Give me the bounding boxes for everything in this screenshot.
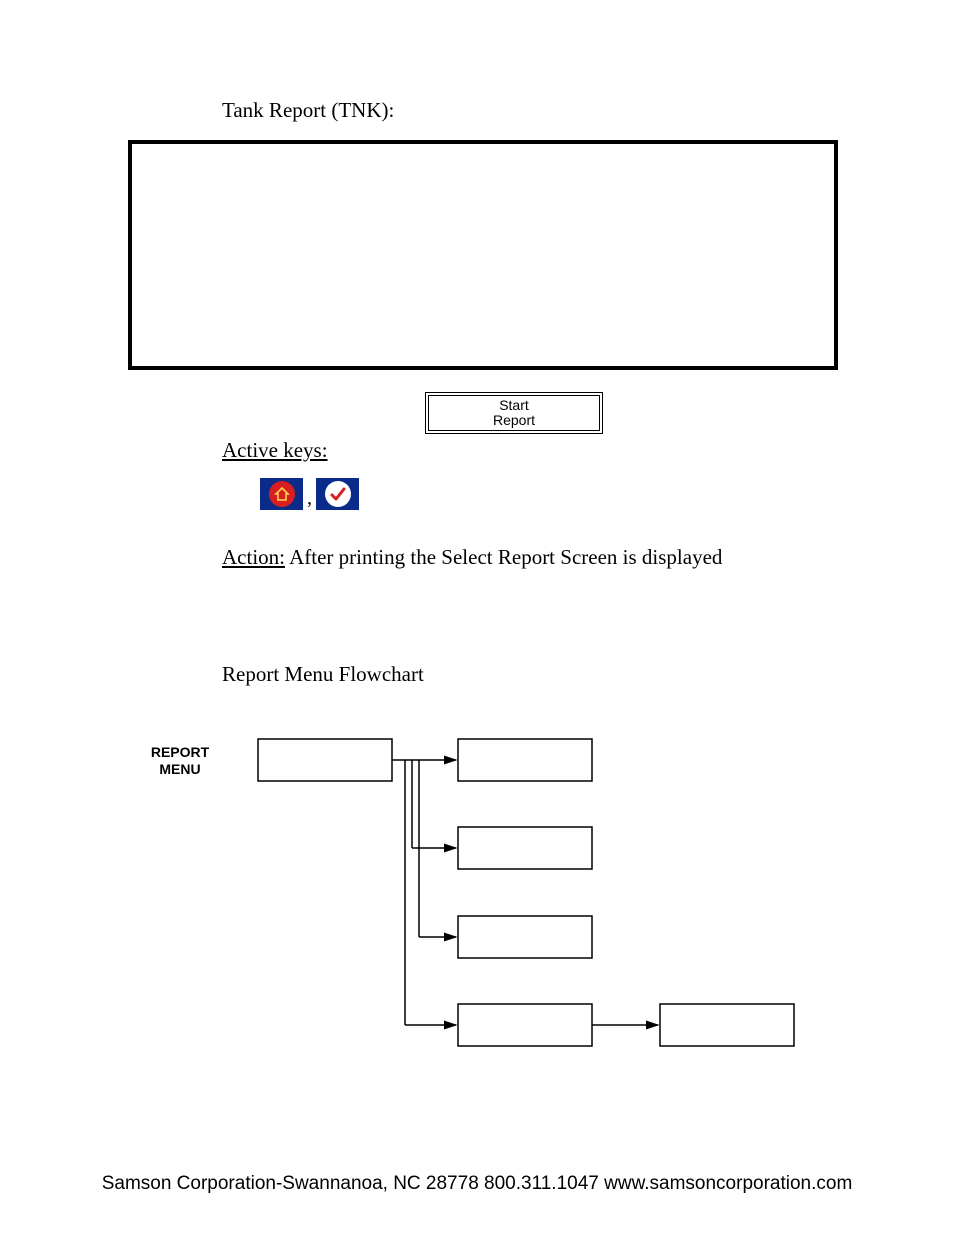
flowchart-detail-box — [660, 1004, 794, 1046]
flowchart-diagram — [0, 0, 954, 1235]
footer-text: Samson Corporation-Swannanoa, NC 28778 8… — [0, 1173, 954, 1195]
flowchart-child-box-3 — [458, 916, 592, 958]
flowchart-child-box-1 — [458, 739, 592, 781]
flowchart-child-box-2 — [458, 827, 592, 869]
flowchart-child-box-4 — [458, 1004, 592, 1046]
flowchart-root-box — [258, 739, 392, 781]
